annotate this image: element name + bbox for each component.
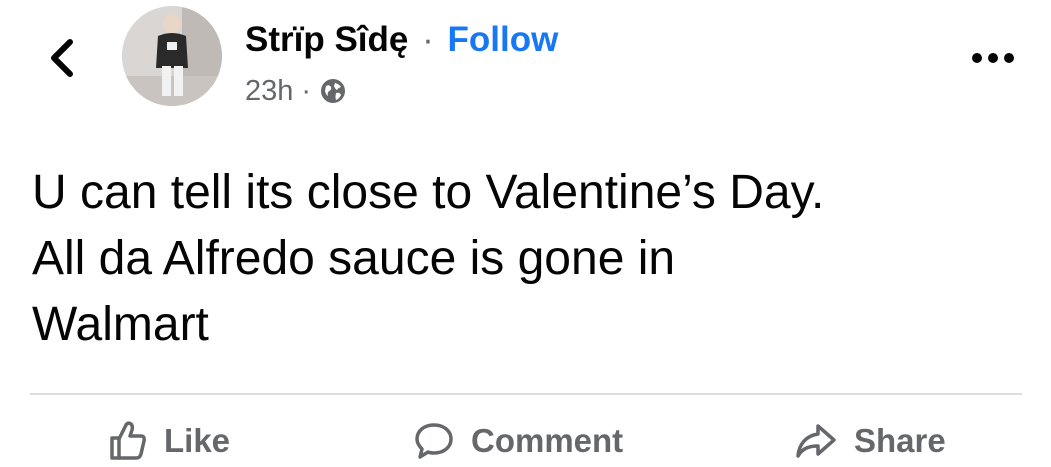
thumbs-up-icon [110,421,146,460]
meta-separator: · [301,75,312,107]
post-header-name-row: Strïp Sîdę · Follow [245,20,558,60]
more-options-button[interactable] [968,46,1018,70]
follow-button[interactable]: Follow [448,20,559,59]
post-timestamp[interactable]: 23h [245,74,293,108]
more-horizontal-icon [972,53,1014,63]
chevron-left-icon [51,39,73,77]
actions-divider [30,393,1022,395]
author-name[interactable]: Strïp Sîdę [245,20,408,59]
avatar[interactable] [122,6,222,106]
share-label: Share [854,422,946,459]
post-body: U can tell its close to Valentine’s Day.… [32,160,1022,358]
avatar-photo [122,6,222,106]
post-meta: 23h · [245,74,347,108]
globe-icon[interactable] [319,77,347,105]
comment-button[interactable]: Comment [413,415,623,467]
share-button[interactable]: Share [794,415,946,467]
name-separator: · [422,20,434,59]
post-text-line: All da Alfredo sauce is gone in [32,232,676,285]
comment-label: Comment [471,422,624,459]
comment-icon [415,423,453,459]
post-text-line: U can tell its close to Valentine’s Day. [32,166,825,219]
post-actions-bar: Like Comment Share [0,415,1051,467]
like-label: Like [164,422,231,459]
post-text-line: Walmart [32,298,209,351]
like-button[interactable]: Like [108,415,230,467]
share-arrow-icon [796,424,836,458]
back-button[interactable] [44,36,80,80]
